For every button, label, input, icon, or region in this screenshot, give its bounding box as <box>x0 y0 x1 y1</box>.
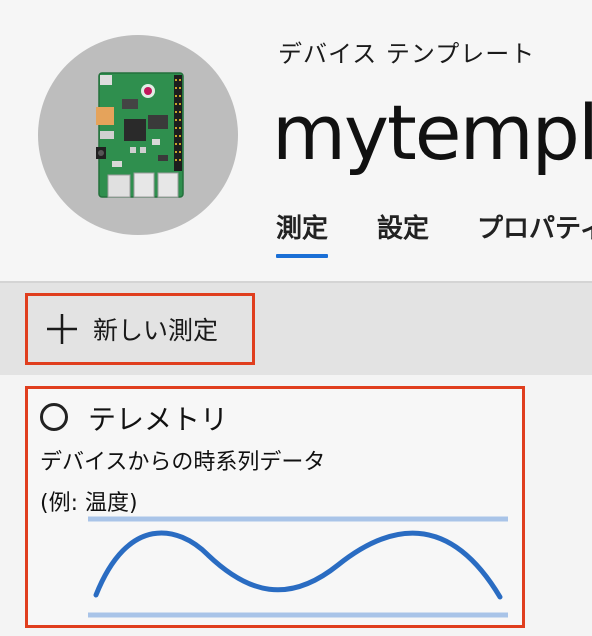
device-avatar <box>38 35 238 235</box>
template-header: デバイス テンプレート mytemplate 測定 設定 プロパティ <box>0 0 592 282</box>
device-template-page: デバイス テンプレート mytemplate 測定 設定 プロパティ 新しい測定… <box>0 0 592 636</box>
telemetry-option-card[interactable]: テレメトリ デバイスからの時系列データ (例: 温度) <box>25 386 525 628</box>
page-title: mytemplate <box>272 88 592 177</box>
template-tabs: 測定 設定 プロパティ <box>276 208 592 260</box>
new-measurement-button[interactable]: 新しい測定 <box>25 293 255 365</box>
sine-wave-icon <box>88 516 508 618</box>
tab-properties[interactable]: プロパティ <box>477 208 592 258</box>
measurements-toolbar: 新しい測定 <box>0 283 592 375</box>
raspberry-pi-board-icon <box>96 72 184 198</box>
tab-settings[interactable]: 設定 <box>377 208 429 258</box>
telemetry-example: (例: 温度) <box>40 491 138 516</box>
template-type-label: デバイス テンプレート <box>278 40 536 68</box>
tab-measurements[interactable]: 測定 <box>276 208 329 258</box>
telemetry-title: テレメトリ <box>88 403 229 436</box>
plus-icon <box>47 314 77 344</box>
new-measurement-label: 新しい測定 <box>93 316 219 345</box>
telemetry-description: デバイスからの時系列データ <box>40 450 326 475</box>
telemetry-radio[interactable] <box>40 403 68 431</box>
